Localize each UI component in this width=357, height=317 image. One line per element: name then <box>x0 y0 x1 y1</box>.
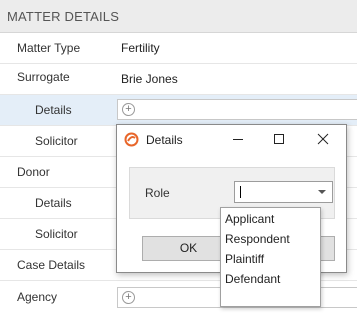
section-header-matter-details: MATTER DETAILS <box>0 0 357 33</box>
role-option-applicant[interactable]: Applicant <box>225 212 274 226</box>
donor-label: Donor <box>17 165 50 179</box>
minimize-icon[interactable] <box>229 130 247 148</box>
plus-circle-icon[interactable]: + <box>122 291 135 304</box>
surrogate-details-label: Details <box>35 103 72 117</box>
role-dropdown-list: Applicant Respondent Plaintiff Defendant <box>220 207 321 307</box>
surrogate-label: Surrogate <box>17 70 70 84</box>
role-select[interactable] <box>234 181 333 203</box>
surrogate-details-field[interactable]: + <box>117 99 357 120</box>
chevron-down-icon[interactable] <box>318 190 326 194</box>
cancel-button[interactable] <box>321 236 335 261</box>
role-option-plaintiff[interactable]: Plaintiff <box>225 252 264 266</box>
matter-type-value: Fertility <box>121 41 160 55</box>
agency-label: Agency <box>17 290 58 304</box>
role-option-defendant[interactable]: Defendant <box>225 272 280 286</box>
surrogate-value: Brie Jones <box>121 72 178 86</box>
maximize-icon[interactable] <box>270 130 288 148</box>
case-details-label: Case Details <box>17 258 86 272</box>
plus-circle-icon[interactable]: + <box>122 103 135 116</box>
dialog-title: Details <box>146 133 183 147</box>
text-caret <box>240 186 241 198</box>
row-surrogate[interactable]: Surrogate Brie Jones <box>0 64 357 95</box>
role-option-respondent[interactable]: Respondent <box>225 232 290 246</box>
surrogate-solicitor-label: Solicitor <box>35 134 78 148</box>
close-icon[interactable] <box>314 130 332 148</box>
donor-solicitor-label: Solicitor <box>35 227 78 241</box>
dialog-titlebar[interactable]: Details <box>117 125 346 154</box>
row-surrogate-details[interactable]: Details + <box>0 95 357 126</box>
row-matter-type[interactable]: Matter Type Fertility <box>0 33 357 64</box>
app-logo-icon <box>124 132 139 147</box>
matter-type-label: Matter Type <box>17 41 81 55</box>
donor-details-label: Details <box>35 196 72 210</box>
role-label: Role <box>145 186 170 200</box>
